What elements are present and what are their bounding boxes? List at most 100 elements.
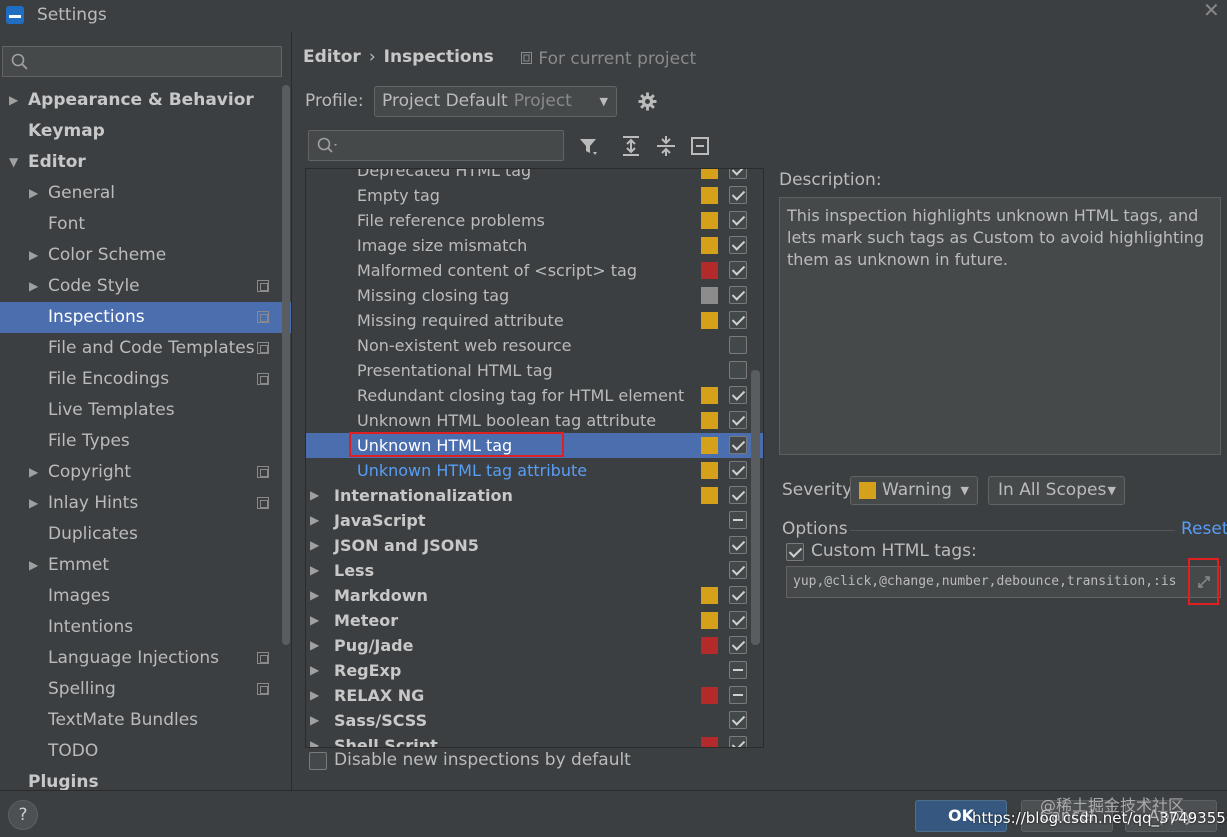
close-icon[interactable]: ✕	[1203, 0, 1220, 22]
sidebar-item[interactable]: ▶ Emmet	[0, 550, 291, 581]
inspection-search-input[interactable]	[308, 130, 564, 161]
scope-dropdown[interactable]: In All Scopes ▼	[988, 476, 1125, 505]
inspection-checkbox[interactable]	[729, 436, 747, 454]
sidebar-item[interactable]: ▶ Appearance & Behavior	[0, 85, 291, 116]
chevron-right-icon[interactable]: ▶	[9, 85, 18, 116]
chevron-right-icon[interactable]: ▶	[29, 271, 38, 302]
inspection-checkbox[interactable]	[729, 611, 747, 629]
inspection-checkbox[interactable]	[729, 311, 747, 329]
inspection-checkbox[interactable]	[729, 236, 747, 254]
inspection-row[interactable]: Malformed content of <script> tag	[306, 258, 763, 283]
inspection-group-row[interactable]: ▶ JSON and JSON5	[306, 533, 763, 558]
inspection-checkbox[interactable]	[729, 486, 747, 504]
inspection-list-scrollbar[interactable]	[751, 370, 760, 645]
help-button[interactable]: ?	[8, 800, 38, 830]
inspection-row[interactable]: Presentational HTML tag	[306, 358, 763, 383]
filter-icon[interactable]	[578, 135, 600, 157]
inspection-group-row[interactable]: ▶ Less	[306, 558, 763, 583]
chevron-right-icon[interactable]: ▶	[310, 483, 319, 508]
chevron-right-icon[interactable]: ▶	[29, 178, 38, 209]
sidebar-item[interactable]: Live Templates	[0, 395, 291, 426]
inspection-checkbox[interactable]	[729, 169, 747, 179]
inspection-checkbox[interactable]	[729, 386, 747, 404]
inspection-group-row[interactable]: ▶ Shell Script	[306, 733, 763, 747]
inspection-checkbox[interactable]	[729, 461, 747, 479]
inspection-checkbox[interactable]	[729, 336, 747, 354]
sidebar-item[interactable]: Images	[0, 581, 291, 612]
inspection-row[interactable]: Deprecated HTML tag	[306, 169, 763, 183]
inspection-group-row[interactable]: ▶ Markdown	[306, 583, 763, 608]
chevron-right-icon[interactable]: ▶	[310, 533, 319, 558]
chevron-right-icon[interactable]: ▶	[29, 550, 38, 581]
inspection-row[interactable]: Image size mismatch	[306, 233, 763, 258]
inspection-checkbox[interactable]	[729, 361, 747, 379]
chevron-down-icon[interactable]: ▼	[9, 147, 18, 178]
inspection-checkbox[interactable]	[729, 261, 747, 279]
inspection-checkbox[interactable]	[729, 711, 747, 729]
inspection-group-row[interactable]: ▶ JavaScript	[306, 508, 763, 533]
profile-dropdown[interactable]: Project Default Project ▼	[374, 86, 617, 117]
inspection-group-row[interactable]: ▶ RegExp	[306, 658, 763, 683]
sidebar-item[interactable]: File and Code Templates	[0, 333, 291, 364]
custom-html-tags-field[interactable]: yup,@click,@change,number,debounce,trans…	[786, 566, 1221, 598]
sidebar-item[interactable]: Keymap	[0, 116, 291, 147]
inspection-row[interactable]: Unknown HTML boolean tag attribute	[306, 408, 763, 433]
inspection-row[interactable]: File reference problems	[306, 208, 763, 233]
inspection-group-row[interactable]: ▶ Pug/Jade	[306, 633, 763, 658]
chevron-right-icon[interactable]: ▶	[310, 583, 319, 608]
chevron-right-icon[interactable]: ▶	[310, 633, 319, 658]
panel-divider[interactable]	[291, 32, 292, 790]
inspection-group-row[interactable]: ▶ Meteor	[306, 608, 763, 633]
sidebar-item[interactable]: ▶ Color Scheme	[0, 240, 291, 271]
sidebar-item[interactable]: Inspections	[0, 302, 291, 333]
inspection-row[interactable]: Non-existent web resource	[306, 333, 763, 358]
inspection-row[interactable]: Unknown HTML tag attribute	[306, 458, 763, 483]
collapse-all-icon[interactable]	[655, 135, 677, 157]
sidebar-item[interactable]: TODO	[0, 736, 291, 767]
sidebar-item[interactable]: File Types	[0, 426, 291, 457]
inspection-row[interactable]: Redundant closing tag for HTML element	[306, 383, 763, 408]
sidebar-item[interactable]: ▶ Copyright	[0, 457, 291, 488]
inspection-row[interactable]: Empty tag	[306, 183, 763, 208]
sidebar-item[interactable]: Plugins	[0, 767, 291, 790]
sidebar-item[interactable]: Spelling	[0, 674, 291, 705]
sidebar-search-input[interactable]	[2, 46, 282, 77]
inspection-checkbox[interactable]	[729, 536, 747, 554]
inspection-checkbox[interactable]	[729, 411, 747, 429]
chevron-right-icon[interactable]: ▶	[310, 733, 319, 747]
chevron-right-icon[interactable]: ▶	[29, 488, 38, 519]
inspection-checkbox[interactable]	[729, 661, 747, 679]
chevron-right-icon[interactable]: ▶	[310, 558, 319, 583]
sidebar-scrollbar[interactable]	[282, 85, 290, 645]
chevron-right-icon[interactable]: ▶	[310, 608, 319, 633]
inspection-list[interactable]: Deprecated HTML tag Empty tag File referen…	[305, 168, 764, 748]
inspection-checkbox[interactable]	[729, 211, 747, 229]
sidebar-item[interactable]: Language Injections	[0, 643, 291, 674]
inspection-row[interactable]: Missing closing tag	[306, 283, 763, 308]
inspection-checkbox[interactable]	[729, 686, 747, 704]
expand-all-icon[interactable]	[620, 135, 642, 157]
gear-icon[interactable]	[638, 92, 657, 111]
inspection-checkbox[interactable]	[729, 736, 747, 747]
severity-dropdown[interactable]: Warning ▼	[850, 476, 978, 505]
chevron-right-icon[interactable]: ▶	[310, 658, 319, 683]
sidebar-item[interactable]: ▶ Inlay Hints	[0, 488, 291, 519]
sidebar-item[interactable]: TextMate Bundles	[0, 705, 291, 736]
sidebar-item[interactable]: ▶ Code Style	[0, 271, 291, 302]
custom-html-tags-checkbox[interactable]	[786, 543, 804, 561]
inspection-checkbox[interactable]	[729, 286, 747, 304]
breadcrumb-parent[interactable]: Editor	[303, 47, 361, 67]
reset-to-default-icon[interactable]	[689, 135, 711, 157]
chevron-right-icon[interactable]: ▶	[310, 508, 319, 533]
chevron-right-icon[interactable]: ▶	[310, 683, 319, 708]
inspection-group-row[interactable]: ▶ Sass/SCSS	[306, 708, 763, 733]
inspection-checkbox[interactable]	[729, 561, 747, 579]
sidebar-item[interactable]: File Encodings	[0, 364, 291, 395]
inspection-row[interactable]: Missing required attribute	[306, 308, 763, 333]
inspection-group-row[interactable]: ▶ Internationalization	[306, 483, 763, 508]
sidebar-item[interactable]: ▶ General	[0, 178, 291, 209]
sidebar-item[interactable]: ▼ Editor	[0, 147, 291, 178]
inspection-group-row[interactable]: ▶ RELAX NG	[306, 683, 763, 708]
chevron-right-icon[interactable]: ▶	[29, 457, 38, 488]
inspection-checkbox[interactable]	[729, 636, 747, 654]
